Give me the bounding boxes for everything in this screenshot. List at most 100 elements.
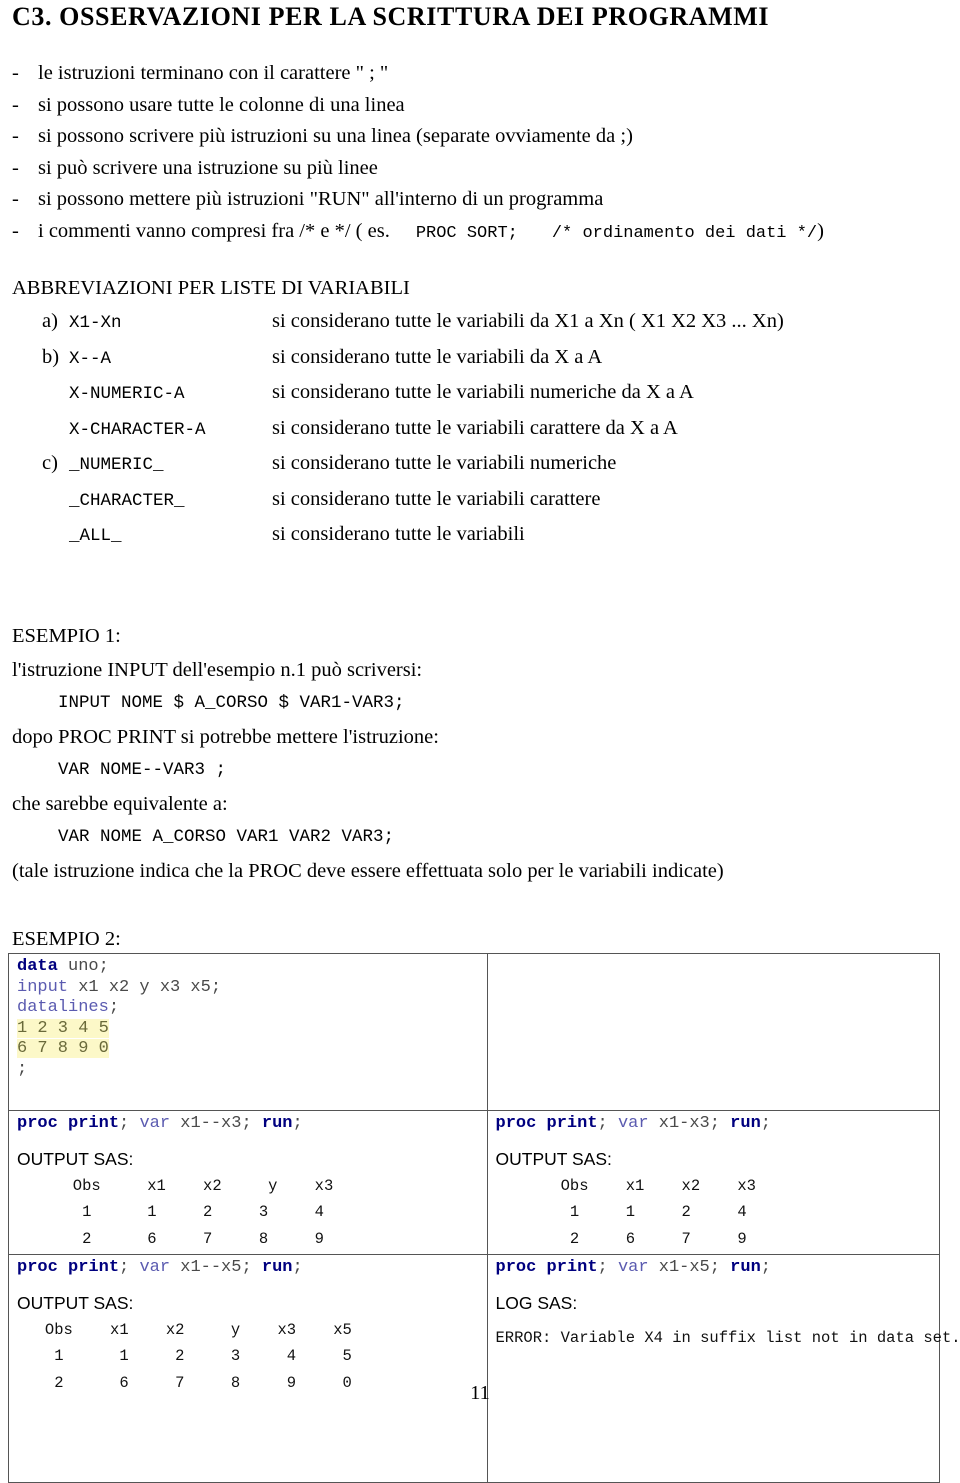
abbreviations-table: a) X1-Xn si considerano tutte le variabil… xyxy=(12,310,784,559)
list-item: - le istruzioni terminano con il caratter… xyxy=(12,58,942,90)
output-sas-label-left-2: OUTPUT SAS: xyxy=(17,1292,134,1313)
comment-suffix: ) xyxy=(817,219,824,242)
list-item-text: le istruzioni terminano con il carattere… xyxy=(38,62,389,84)
esempio-1-line-1: l'istruzione INPUT dell'esempio n.1 può … xyxy=(12,658,423,681)
output-row-left-1a: 1 1 2 3 4 xyxy=(17,1203,324,1221)
data-terminator: ; xyxy=(17,1059,28,1079)
cell-empty xyxy=(486,953,940,1111)
var-args: x1--x5; xyxy=(170,1258,262,1277)
esempio-1-code-1: INPUT NOME $ A_CORSO $ VAR1-VAR3; xyxy=(58,693,405,713)
abbr-label-cell: X-CHARACTER-A xyxy=(12,417,272,453)
kw-data: data xyxy=(17,957,58,976)
bullet-dash-icon: - xyxy=(12,156,19,179)
kw-run: run xyxy=(261,1258,293,1277)
table-row: a) X1-Xn si considerano tutte le variabil… xyxy=(12,310,784,346)
table-row: X-CHARACTER-A si considerano tutte le va… xyxy=(12,417,784,453)
log-error-message: ERROR: Variable X4 in suffix list not in… xyxy=(495,1328,960,1347)
list-item-text: i commenti vanno compresi fra /* e */ ( … xyxy=(38,219,390,242)
output-row-left-2a: 1 1 2 3 4 5 xyxy=(17,1347,352,1365)
semicolon: ; xyxy=(292,1258,303,1277)
kw-proc-print: proc print xyxy=(17,1258,120,1277)
table-row: data uno; input x1 x2 y x3 x5; datalines… xyxy=(8,953,940,1111)
list-item: - si possono scrivere più istruzioni su u… xyxy=(12,121,942,153)
abbr-description: si considerano tutte le variabili da X a… xyxy=(272,345,603,368)
output-header-right-1: Obs x1 x2 x3 xyxy=(495,1176,756,1195)
semicolon: ; xyxy=(597,1114,618,1133)
abbr-code: X--A xyxy=(69,348,112,369)
sas-proc-print-1-left: proc print; var x1--x3; run; xyxy=(17,1114,479,1135)
abbr-code: X1-Xn xyxy=(69,313,122,333)
cell-right-proc-2: proc print; var x1-x5; run; LOG SAS: ERR… xyxy=(486,1254,960,1483)
kw-proc-print: proc print xyxy=(495,1258,598,1277)
log-sas-label: LOG SAS: xyxy=(495,1292,578,1313)
abbr-description: si considerano tutte le variabili numeri… xyxy=(272,381,694,403)
abbr-label-cell: X-NUMERIC-A xyxy=(12,381,272,417)
kw-var: var xyxy=(617,1258,649,1277)
output-sas-label-right-1: OUTPUT SAS: xyxy=(495,1148,612,1169)
table-row: proc print; var x1--x5; run; OUTPUT SAS:… xyxy=(8,1254,960,1483)
esempio-1-code-3: VAR NOME A_CORSO VAR1 VAR2 VAR3; xyxy=(58,827,395,847)
list-item-text: si possono usare tutte le colonne di una… xyxy=(38,93,405,116)
semicolon: ; xyxy=(119,1258,140,1277)
output-row-right-1a: 1 1 2 4 xyxy=(495,1203,747,1221)
list-item-text: si possono mettere più istruzioni "RUN" … xyxy=(38,188,604,210)
page-title: C3. OSSERVAZIONI PER LA SCRITTURA DEI PR… xyxy=(12,2,770,31)
esempio-1-line-3: che sarebbe equivalente a: xyxy=(12,792,228,815)
esempio-1-line-4: (tale istruzione indica che la PROC deve… xyxy=(12,859,724,882)
abbr-marker: b) xyxy=(42,345,60,368)
kw-proc-print: proc print xyxy=(17,1114,120,1133)
var-args: x1--x3; xyxy=(170,1114,262,1133)
data-row-1: 1 2 3 4 5 xyxy=(17,1018,109,1038)
observations-list: - le istruzioni terminano con il caratter… xyxy=(12,58,942,249)
table-row: _CHARACTER_ si considerano tutte le vari… xyxy=(12,488,784,524)
abbr-code: _ALL_ xyxy=(69,526,122,546)
datalines-semicolon: ; xyxy=(108,998,120,1017)
var-args: x1-x5; xyxy=(648,1258,731,1277)
abbr-code: X-NUMERIC-A xyxy=(69,384,185,404)
semicolon: ; xyxy=(760,1258,771,1277)
semicolon: ; xyxy=(119,1114,140,1133)
cell-left-proc-1: proc print; var x1--x3; run; OUTPUT SAS:… xyxy=(8,1110,488,1255)
semicolon: ; xyxy=(597,1258,618,1277)
kw-datalines: datalines xyxy=(17,998,109,1017)
cell-right-proc-1: proc print; var x1-x3; run; OUTPUT SAS: … xyxy=(486,1110,940,1255)
esempio-1-section: ESEMPIO 1: l'istruzione INPUT dell'esemp… xyxy=(12,620,942,888)
abbr-label-cell: _CHARACTER_ xyxy=(12,488,272,524)
table-row: b) X--A si considerano tutte le variabili… xyxy=(12,346,784,382)
abbreviations-heading: ABBREVIAZIONI PER LISTE DI VARIABILI xyxy=(12,277,410,299)
bullet-dash-icon: - xyxy=(12,93,19,116)
table-row: _ALL_ si considerano tutte le variabili xyxy=(12,523,784,559)
list-item: - si possono mettere più istruzioni "RUN"… xyxy=(12,184,942,216)
list-item: - si possono usare tutte le colonne di un… xyxy=(12,90,942,122)
page-number: 11 xyxy=(470,1382,490,1404)
abbr-description: si considerano tutte le variabili da X1 … xyxy=(272,310,784,332)
sas-proc-print-1-right: proc print; var x1-x3; run; xyxy=(496,1114,932,1135)
semicolon: ; xyxy=(760,1114,771,1133)
list-item: - si può scrivere una istruzione su più l… xyxy=(12,153,942,185)
abbr-code: _CHARACTER_ xyxy=(69,490,185,511)
abbr-description: si considerano tutte le variabili xyxy=(272,523,525,545)
abbr-label-cell: c) _NUMERIC_ xyxy=(12,452,272,488)
dataset-name: uno; xyxy=(57,957,109,976)
kw-proc-print: proc print xyxy=(495,1114,598,1133)
output-header-left-2: Obs x1 x2 y x3 x5 xyxy=(17,1320,352,1339)
proc-sort-comment: /* ordinamento dei dati */ xyxy=(551,223,818,243)
kw-input: input xyxy=(17,977,69,997)
kw-var: var xyxy=(139,1258,171,1277)
kw-var: var xyxy=(617,1114,649,1133)
list-item-text: si può scrivere una istruzione su più li… xyxy=(38,156,378,179)
abbr-marker: a) xyxy=(42,310,58,332)
bullet-dash-icon: - xyxy=(12,62,19,84)
abbr-label-cell: a) X1-Xn xyxy=(12,310,272,346)
list-item-text: si possono scrivere più istruzioni su un… xyxy=(38,125,633,147)
abbr-code: _NUMERIC_ xyxy=(69,455,164,475)
kw-run: run xyxy=(261,1114,293,1133)
bullet-dash-icon: - xyxy=(12,219,19,242)
semicolon: ; xyxy=(292,1114,303,1133)
table-row: proc print; var x1--x3; run; OUTPUT SAS:… xyxy=(8,1110,940,1255)
kw-run: run xyxy=(730,1114,761,1133)
output-sas-label-left-1: OUTPUT SAS: xyxy=(17,1148,134,1169)
proc-sort-code: PROC SORT; xyxy=(415,223,518,243)
abbr-label-cell: b) X--A xyxy=(12,346,272,382)
abbr-description: si considerano tutte le variabili numeri… xyxy=(272,452,617,474)
